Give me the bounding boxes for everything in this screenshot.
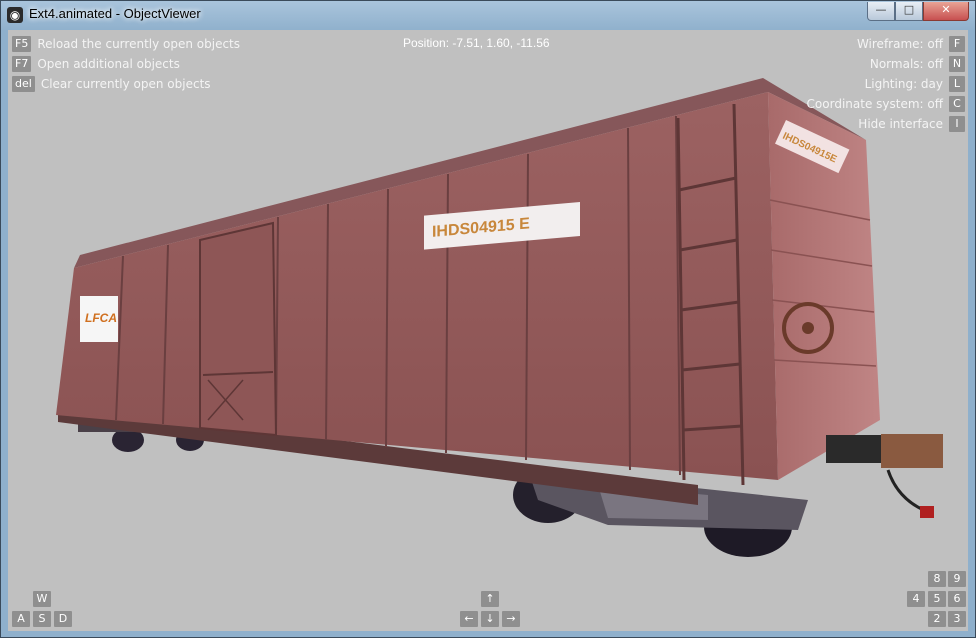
coupler xyxy=(826,435,881,463)
key-d[interactable]: D xyxy=(54,611,72,627)
key-s[interactable]: S xyxy=(33,611,51,627)
key-num-5[interactable]: 5 xyxy=(928,591,946,607)
boxcar-model: IHDS04915 E LFCA IHDS04915E xyxy=(56,78,943,557)
key-up-arrow[interactable]: ↑ xyxy=(481,591,499,607)
boxcar-side xyxy=(56,92,778,480)
camera-position: Position: -7.51, 1.60, -11.56 xyxy=(403,36,550,50)
hud-hide-label: Hide interface xyxy=(858,116,943,131)
key-right-arrow[interactable]: → xyxy=(502,611,520,627)
close-button[interactable]: ✕ xyxy=(923,2,969,21)
sliding-door xyxy=(199,221,278,437)
brake-wheel-hub xyxy=(802,322,814,334)
key-c[interactable]: C xyxy=(949,95,965,112)
key-num-9[interactable]: 9 xyxy=(948,571,966,587)
hud-clear-row: del Clear currently open objects xyxy=(12,75,211,92)
3d-viewport[interactable]: IHDS04915 E LFCA IHDS04915E F5 Reload th… xyxy=(8,30,968,631)
key-f[interactable]: F xyxy=(949,35,965,52)
glad-hand xyxy=(920,506,934,518)
key-f5[interactable]: F5 xyxy=(12,35,32,52)
hud-hide-row: Hide interface I xyxy=(858,115,965,132)
key-l[interactable]: L xyxy=(949,75,965,92)
key-left-arrow[interactable]: ← xyxy=(460,611,478,627)
key-i[interactable]: I xyxy=(949,115,965,132)
key-n[interactable]: N xyxy=(949,55,965,72)
maximize-button[interactable]: □ xyxy=(895,2,923,21)
viewer-app-icon[interactable]: ◉ xyxy=(7,7,23,23)
objectviewer-window: ◉ Ext4.animated - ObjectViewer — □ ✕ IHD… xyxy=(0,0,976,638)
hud-coordinate-row: Coordinate system: off C xyxy=(807,95,965,112)
key-a[interactable]: A xyxy=(12,611,30,627)
key-del[interactable]: del xyxy=(12,75,35,92)
logo-text: LFCA xyxy=(85,311,117,325)
key-num-4[interactable]: 4 xyxy=(907,591,925,607)
hud-clear-label: Clear currently open objects xyxy=(40,76,211,91)
hud-coordinate-label: Coordinate system: off xyxy=(806,96,943,111)
key-num-3[interactable]: 3 xyxy=(948,611,966,627)
hud-wireframe-row: Wireframe: off F xyxy=(857,35,965,52)
window-controls: — □ ✕ xyxy=(867,2,969,21)
hud-open-row: F7 Open additional objects xyxy=(12,55,180,72)
title-bar[interactable]: ◉ Ext4.animated - ObjectViewer — □ ✕ xyxy=(1,1,975,29)
hud-wireframe-label: Wireframe: off xyxy=(856,36,943,51)
key-down-arrow[interactable]: ↓ xyxy=(481,611,499,627)
air-hose xyxy=(886,469,929,514)
hud-open-label: Open additional objects xyxy=(37,56,180,71)
logo-badge: LFCA xyxy=(80,296,118,342)
key-num-2[interactable]: 2 xyxy=(928,611,946,627)
hud-lighting-label: Lighting: day xyxy=(864,76,943,91)
key-num-8[interactable]: 8 xyxy=(928,571,946,587)
hud-normals-label: Normals: off xyxy=(869,56,943,71)
hud-normals-row: Normals: off N xyxy=(870,55,965,72)
key-w[interactable]: W xyxy=(33,591,51,607)
hud-reload-label: Reload the currently open objects xyxy=(37,36,241,51)
key-num-6[interactable]: 6 xyxy=(948,591,966,607)
hud-reload-row: F5 Reload the currently open objects xyxy=(12,35,240,52)
key-f7[interactable]: F7 xyxy=(12,55,32,72)
hud-lighting-row: Lighting: day L xyxy=(865,75,965,92)
window-title: Ext4.animated - ObjectViewer xyxy=(29,6,201,21)
minimize-button[interactable]: — xyxy=(867,2,895,21)
coupler-hose xyxy=(881,434,943,468)
